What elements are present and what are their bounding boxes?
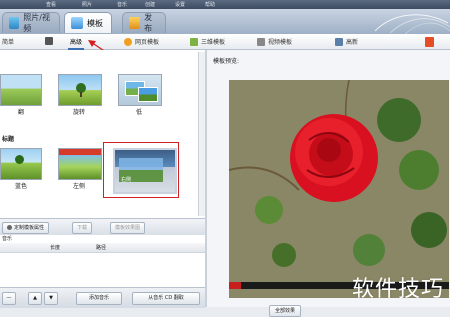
menu-create[interactable]: 创建	[145, 1, 155, 8]
music-toolbar: — ▲ ▼ 添加音乐 从音乐 CD 翻取	[0, 287, 205, 308]
template-thumb-flip[interactable]	[0, 74, 42, 106]
section-title: 标题	[2, 136, 15, 143]
download-button[interactable]: 下载	[72, 222, 93, 234]
menu-view[interactable]: 查看	[46, 1, 56, 8]
selection-highlight	[103, 142, 179, 198]
gear-icon	[7, 225, 12, 230]
subtab-hi-tech[interactable]: 高新	[335, 37, 358, 46]
button-label: 全部效果	[275, 308, 296, 314]
gallery-scrollbar[interactable]	[198, 52, 205, 216]
tab-label: 模板	[87, 18, 103, 28]
subtab-label: 高新	[346, 39, 359, 46]
template-label: 蓝色	[14, 183, 27, 190]
remove-icon[interactable]: —	[2, 292, 16, 305]
move-down-icon[interactable]: ▼	[44, 292, 58, 305]
button-label: 定制模板属性	[14, 225, 45, 231]
music-col-path: 路径	[96, 245, 107, 251]
template-thumb-left[interactable]	[58, 148, 102, 180]
preview-panel: 模板预览: 全部效果	[207, 50, 450, 317]
template-preview-more-button[interactable]: 模板效果图	[110, 222, 146, 234]
subtab-label: 视频模板	[268, 39, 293, 46]
html5-icon	[425, 37, 434, 47]
watermark-text: 软件技巧	[351, 277, 444, 302]
template-gallery: 翻 旋转 低 标题 蓝色 左侧 右侧	[0, 50, 206, 218]
subtab-label: 简单	[2, 39, 15, 46]
move-up-icon[interactable]: ▲	[28, 292, 42, 305]
subtab-label: 高级	[70, 39, 83, 46]
button-label: 从音乐 CD 翻取	[148, 295, 184, 301]
menu-bar: 查看 照片 音乐 创建 设置 帮助	[0, 0, 450, 9]
progress-fill	[229, 282, 241, 289]
subtab-label: 三维模板	[201, 39, 226, 46]
photo-video-icon	[9, 17, 20, 29]
tab-label: 照片/视频	[23, 13, 50, 33]
template-preview-image	[229, 80, 449, 298]
template-label: 翻	[17, 109, 24, 116]
menu-music[interactable]: 音乐	[117, 1, 127, 8]
tab-template[interactable]: 模板	[64, 12, 112, 33]
music-title: 音乐	[2, 236, 13, 242]
music-panel: 音乐 长度 路径	[0, 235, 205, 287]
3d-template-icon	[190, 37, 198, 46]
music-table-header: 长度 路径	[0, 243, 205, 253]
template-action-bar: 定制模板属性 下载 模板效果图	[0, 218, 205, 236]
template-thumb-blue[interactable]	[0, 148, 42, 180]
main-tab-strip: 照片/视频 模板 发布	[0, 9, 450, 34]
decorative-swirl-icon	[374, 14, 450, 34]
template-category-bar: 简单 高级 网页模板 三维模板 视频模板 高新	[0, 34, 450, 50]
camera-icon	[45, 37, 53, 45]
publish-icon	[129, 17, 141, 29]
subtab-advanced[interactable]: 高级	[67, 37, 85, 50]
template-label: 左侧	[72, 183, 85, 190]
tab-publish[interactable]: 发布	[122, 12, 166, 33]
subtab-simple[interactable]: 简单	[2, 37, 14, 46]
tab-photo-video[interactable]: 照片/视频	[2, 12, 60, 33]
rose-photo	[229, 80, 449, 298]
menu-settings[interactable]: 设置	[175, 1, 185, 8]
menu-photo[interactable]: 照片	[82, 1, 92, 8]
template-label: 旋转	[72, 109, 85, 116]
subtab-video-template[interactable]: 视频模板	[257, 37, 292, 46]
template-icon	[71, 17, 83, 29]
template-thumb-rotate[interactable]	[58, 74, 102, 106]
subtab-label: 网页模板	[135, 39, 160, 46]
music-col-length: 长度	[50, 245, 61, 251]
add-music-button[interactable]: 添加音乐	[76, 292, 122, 305]
hi-tech-icon	[335, 37, 343, 46]
subtab-3d-template[interactable]: 三维模板	[190, 37, 225, 46]
video-template-icon	[257, 37, 265, 46]
preview-title: 模板预览:	[213, 58, 240, 65]
custom-template-properties-button[interactable]: 定制模板属性	[2, 222, 50, 234]
template-thumb-low[interactable]	[118, 74, 162, 106]
button-label: 添加音乐	[88, 295, 109, 301]
tab-label: 发布	[144, 13, 153, 33]
rip-from-cd-button[interactable]: 从音乐 CD 翻取	[132, 292, 200, 305]
template-label: 低	[135, 109, 142, 116]
menu-help[interactable]: 帮助	[205, 1, 215, 8]
